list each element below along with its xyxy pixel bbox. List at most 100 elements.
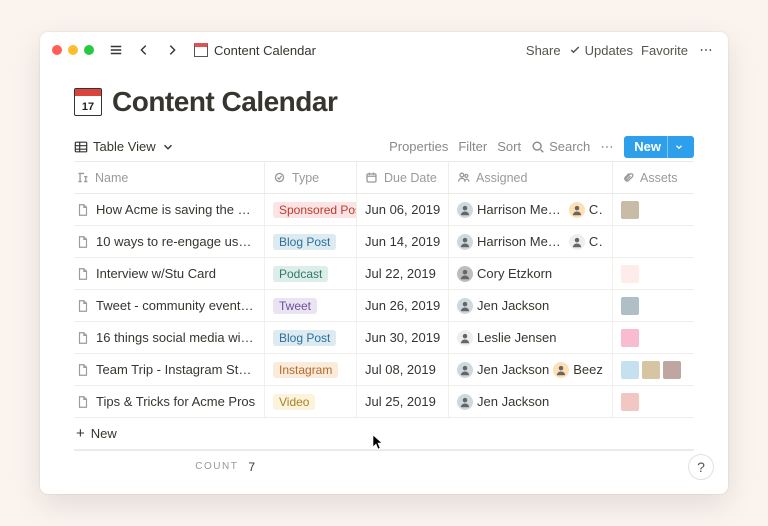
table-row[interactable]: 10 ways to re-engage users with dripBlog… xyxy=(74,226,694,258)
person-name: Jen Jackson xyxy=(477,298,549,313)
properties-button[interactable]: Properties xyxy=(385,137,452,156)
cell-name[interactable]: Tweet - community events kickoff xyxy=(74,290,265,321)
cell-name[interactable]: Team Trip - Instagram Story xyxy=(74,354,265,385)
cell-type[interactable]: Tweet xyxy=(265,290,357,321)
page-icon-calendar[interactable]: 17 xyxy=(74,88,102,116)
cell-assigned[interactable]: Harrison Medoff Co xyxy=(449,194,613,225)
asset-thumbnail[interactable] xyxy=(621,393,639,411)
asset-thumbnail[interactable] xyxy=(621,361,639,379)
view-switch[interactable]: Table View xyxy=(74,139,175,154)
title-row: 17 Content Calendar xyxy=(74,86,694,118)
filter-button[interactable]: Filter xyxy=(454,137,491,156)
cell-type[interactable]: Blog Post xyxy=(265,226,357,257)
cell-assets[interactable] xyxy=(613,258,693,289)
cell-name[interactable]: 10 ways to re-engage users with drip xyxy=(74,226,265,257)
asset-thumbnail[interactable] xyxy=(621,329,639,347)
more-icon[interactable] xyxy=(696,40,716,60)
sort-button[interactable]: Sort xyxy=(493,137,525,156)
cell-type[interactable]: Blog Post xyxy=(265,322,357,353)
favorite-button[interactable]: Favorite xyxy=(641,43,688,58)
cell-type[interactable]: Instagram xyxy=(265,354,357,385)
calendar-icon xyxy=(194,43,208,57)
cell-assets[interactable] xyxy=(613,386,693,417)
cell-due-date[interactable]: Jun 30, 2019 xyxy=(357,322,449,353)
cell-due-date[interactable]: Jun 14, 2019 xyxy=(357,226,449,257)
cell-assets[interactable] xyxy=(613,322,693,353)
table-row[interactable]: Team Trip - Instagram Story InstagramJul … xyxy=(74,354,694,386)
cell-assigned[interactable]: Jen Jackson xyxy=(449,386,613,417)
cell-due-date[interactable]: Jun 06, 2019 xyxy=(357,194,449,225)
table-row[interactable]: Tweet - community events kickoff Tweet Jun… xyxy=(74,290,694,322)
cell-name[interactable]: Interview w/Stu Card xyxy=(74,258,265,289)
row-title: Tips & Tricks for Acme Pros xyxy=(96,394,255,409)
zoom-window-button[interactable] xyxy=(84,45,94,55)
cell-due-date[interactable]: Jul 25, 2019 xyxy=(357,386,449,417)
cell-name[interactable]: How Acme is saving the giant iguana xyxy=(74,194,265,225)
close-window-button[interactable] xyxy=(52,45,62,55)
cell-assets[interactable] xyxy=(613,290,693,321)
cell-assigned[interactable]: Jen Jackson xyxy=(449,290,613,321)
topbar: Content Calendar Share Updates Favorite xyxy=(40,32,728,68)
cell-assets[interactable] xyxy=(613,194,693,225)
cell-name[interactable]: 16 things social media will never be abl… xyxy=(74,322,265,353)
asset-thumbnail[interactable] xyxy=(621,297,639,315)
help-button[interactable]: ? xyxy=(688,454,714,480)
cell-assigned[interactable]: Cory Etzkorn xyxy=(449,258,613,289)
nav-forward-icon[interactable] xyxy=(162,40,182,60)
sidebar-toggle-icon[interactable] xyxy=(106,40,126,60)
row-title: Tweet - community events kickoff xyxy=(96,298,256,313)
cell-assigned[interactable]: Harrison MedoffCa xyxy=(449,226,613,257)
minimize-window-button[interactable] xyxy=(68,45,78,55)
avatar xyxy=(457,202,473,218)
table-row[interactable]: How Acme is saving the giant iguanaSpons… xyxy=(74,194,694,226)
cell-assigned[interactable]: Leslie Jensen xyxy=(449,322,613,353)
search-button[interactable]: Search xyxy=(527,137,594,156)
column-assets[interactable]: Assets xyxy=(613,162,693,193)
page-icon-day: 17 xyxy=(75,98,101,115)
cell-assigned[interactable]: Jen JacksonBeez xyxy=(449,354,613,385)
nav-back-icon[interactable] xyxy=(134,40,154,60)
table-body: How Acme is saving the giant iguanaSpons… xyxy=(74,194,694,450)
avatar xyxy=(457,394,473,410)
cell-assets[interactable] xyxy=(613,226,693,257)
person-name: Leslie Jensen xyxy=(477,330,557,345)
assigned-person: Harrison Medoff xyxy=(457,202,565,218)
add-row-button[interactable]: +New xyxy=(74,418,694,450)
table-row[interactable]: 16 things social media will never be abl… xyxy=(74,322,694,354)
cell-due-date[interactable]: Jun 26, 2019 xyxy=(357,290,449,321)
assigned-person: Jen Jackson xyxy=(457,298,549,314)
share-button[interactable]: Share xyxy=(526,43,561,58)
new-button-chevron[interactable] xyxy=(667,136,690,158)
add-row-label: New xyxy=(91,426,117,441)
breadcrumb[interactable]: Content Calendar xyxy=(194,43,316,58)
cell-type[interactable]: Video xyxy=(265,386,357,417)
cell-assets[interactable] xyxy=(613,354,693,385)
type-tag: Tweet xyxy=(273,298,317,314)
page-title[interactable]: Content Calendar xyxy=(112,86,337,118)
column-due-date[interactable]: Due Date xyxy=(357,162,449,193)
column-name[interactable]: Name xyxy=(74,162,265,193)
cell-name[interactable]: Tips & Tricks for Acme Pros xyxy=(74,386,265,417)
updates-button[interactable]: Updates xyxy=(569,43,633,58)
title-property-icon xyxy=(76,171,89,184)
table-row[interactable]: Tips & Tricks for Acme Pros VideoJul 25, … xyxy=(74,386,694,418)
asset-thumbnail[interactable] xyxy=(663,361,681,379)
column-assigned[interactable]: Assigned xyxy=(449,162,613,193)
table-row[interactable]: Interview w/Stu CardPodcastJul 22, 2019C… xyxy=(74,258,694,290)
row-title: 16 things social media will never be abl… xyxy=(96,330,256,345)
avatar xyxy=(553,362,569,378)
cell-type[interactable]: Sponsored Post xyxy=(265,194,357,225)
asset-thumbnail[interactable] xyxy=(621,265,639,283)
toolbar-more-icon[interactable] xyxy=(596,138,618,156)
database-toolbar: Table View Properties Filter Sort Search… xyxy=(74,132,694,162)
row-title: Team Trip - Instagram Story xyxy=(96,362,256,377)
asset-thumbnail[interactable] xyxy=(642,361,660,379)
column-type[interactable]: Type xyxy=(265,162,357,193)
cell-type[interactable]: Podcast xyxy=(265,258,357,289)
app-window: Content Calendar Share Updates Favorite … xyxy=(40,32,728,494)
asset-thumbnail[interactable] xyxy=(621,201,639,219)
new-button[interactable]: New xyxy=(624,136,694,158)
person-name: Co xyxy=(589,202,604,217)
cell-due-date[interactable]: Jul 22, 2019 xyxy=(357,258,449,289)
cell-due-date[interactable]: Jul 08, 2019 xyxy=(357,354,449,385)
